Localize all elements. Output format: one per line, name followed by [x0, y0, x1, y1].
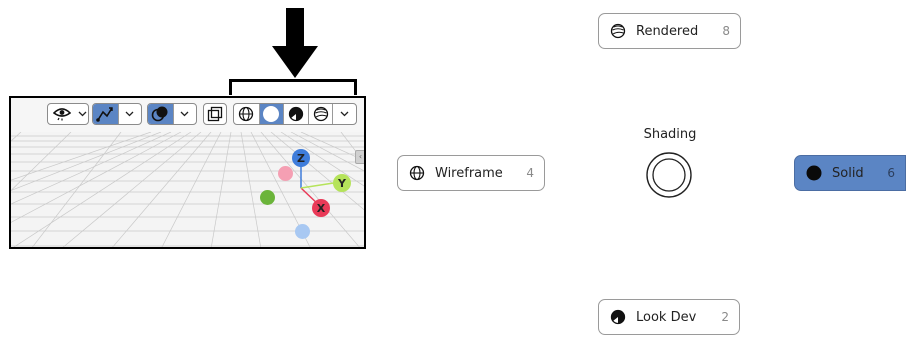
visibility-popover[interactable] [47, 103, 89, 125]
gizmo-z-ball[interactable]: Z [292, 149, 310, 167]
gizmo-z-label: Z [297, 151, 305, 165]
gizmo-y-label: Y [338, 176, 346, 190]
shading-wireframe-button[interactable] [234, 104, 259, 124]
gizmo-toggle-group[interactable] [92, 103, 142, 125]
gizmo-neg-y-ball[interactable] [260, 190, 275, 205]
lookdev-shading-icon [609, 308, 627, 326]
annotation-arrow [272, 8, 318, 78]
overlays-toggle-group[interactable] [147, 103, 197, 125]
pie-item-shortcut: 6 [887, 166, 895, 180]
pie-item-shortcut: 2 [721, 310, 729, 324]
eye-icon [48, 104, 76, 124]
chevron-down-icon [76, 104, 88, 124]
pie-item-label: Rendered [636, 23, 699, 39]
shading-mode-group [233, 103, 357, 125]
rendered-shading-icon [609, 22, 627, 40]
chevron-down-icon[interactable] [117, 104, 141, 124]
pie-item-rendered[interactable]: Rendered 8 [598, 13, 741, 49]
gizmo-x-ball[interactable]: X [312, 199, 330, 217]
xray-icon [204, 104, 226, 124]
pie-item-lookdev[interactable]: Look Dev 2 [598, 299, 740, 335]
rendered-shading-icon [313, 106, 328, 122]
shading-solid-button[interactable] [258, 104, 284, 124]
navigation-gizmo[interactable]: Z Y X [257, 146, 357, 246]
pie-item-wireframe[interactable]: Wireframe 4 [397, 155, 545, 191]
pie-item-shortcut: 4 [526, 166, 534, 180]
gizmo-icon[interactable] [93, 104, 118, 124]
shading-rendered-button[interactable] [307, 104, 333, 124]
solid-shading-icon [805, 164, 823, 182]
wireframe-shading-icon [408, 164, 426, 182]
pie-item-label: Look Dev [636, 309, 697, 325]
pie-item-label: Wireframe [435, 165, 503, 181]
solid-shading-icon [263, 106, 280, 122]
gizmo-neg-x-ball[interactable] [278, 166, 293, 181]
chevron-down-icon[interactable] [332, 104, 356, 124]
pie-item-solid[interactable]: Solid 6 [794, 155, 906, 191]
pie-menu-center-ring [646, 152, 692, 198]
pie-item-shortcut: 8 [722, 24, 730, 38]
gizmo-y-ball[interactable]: Y [333, 174, 351, 192]
pie-menu-title: Shading [643, 127, 697, 142]
shading-material-button[interactable] [283, 104, 308, 124]
overlays-icon[interactable] [148, 104, 173, 124]
gizmo-x-label: X [316, 201, 326, 215]
chevron-down-icon[interactable] [172, 104, 196, 124]
viewport-header [11, 98, 364, 132]
wireframe-shading-icon [239, 106, 254, 122]
gizmo-neg-z-ball[interactable] [295, 224, 310, 239]
xray-toggle[interactable] [203, 103, 227, 125]
viewport-3d[interactable]: ‹ Z Y X [9, 96, 366, 249]
lookdev-shading-icon [288, 106, 304, 122]
annotation-bracket [229, 79, 357, 95]
pie-item-label: Solid [832, 165, 864, 181]
